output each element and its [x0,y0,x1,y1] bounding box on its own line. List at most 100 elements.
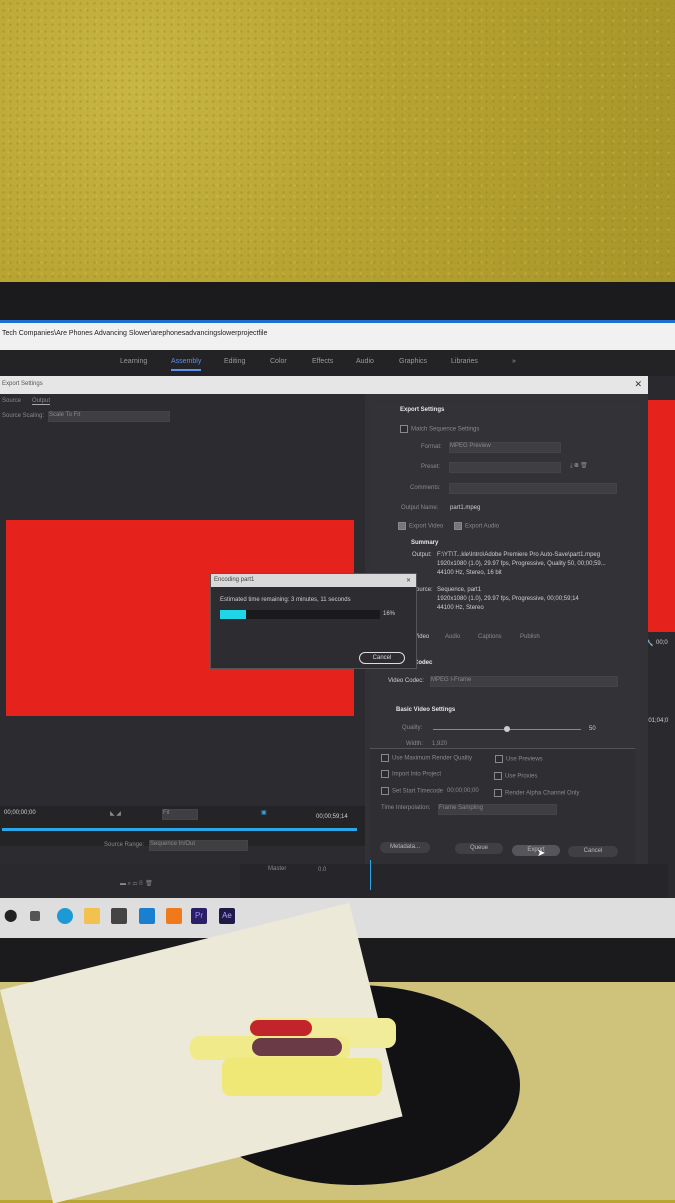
master-label: Master [268,866,287,872]
use-previews-checkbox[interactable]: Use Previews [495,755,543,763]
use-proxies-checkbox[interactable]: Use Proxies [494,772,537,780]
summary-output-line3: 44100 Hz, Stereo, 16 bit [437,570,502,576]
source-range-bar[interactable] [2,828,357,831]
import-into-project-label: Import Into Project [392,771,442,778]
timecode-start: 00;00;00;00 [4,810,36,816]
queue-button[interactable]: Queue [455,843,503,854]
match-sequence-checkbox[interactable]: Match Sequence Settings [400,425,479,433]
tab-captions[interactable]: Captions [478,634,502,640]
tab-assembly[interactable]: Assembly [171,358,202,371]
monitor-screen: Tech Companies\Are Phones Advancing Slow… [0,320,675,938]
crop-icon[interactable]: ▣ [261,809,267,816]
tab-learning[interactable]: Learning [120,358,147,365]
marker-3 [222,1058,382,1096]
source-scaling-label: Source Scaling: [2,413,45,419]
encoding-titlebar: Encoding part1 ✕ [211,574,416,587]
wall-texture [0,0,675,290]
use-max-render-label: Use Maximum Render Quality [392,755,473,762]
tab-color[interactable]: Color [270,358,287,365]
cancel-button[interactable]: Cancel [568,846,618,857]
preset-label: Preset: [421,464,441,470]
encoding-progress-bar [220,610,380,619]
source-range-label: Source Range: [104,842,145,848]
set-start-timecode-label: Set Start Timecode [392,788,444,795]
source-scaling-select[interactable]: Scale To Fit [48,411,170,422]
preset-actions-icons[interactable]: ⤓ ⛁ 🗑 [570,462,588,470]
edge-icon[interactable] [57,908,73,924]
more-icon[interactable]: » [512,358,516,365]
basic-video-section-title: Basic Video Settings [396,707,456,713]
store-icon[interactable] [111,908,127,924]
encoding-percent: 16% [383,611,396,617]
start-icon[interactable]: ⬤ [4,908,20,924]
tab-editing[interactable]: Editing [224,358,245,365]
encoding-close-icon[interactable]: ✕ [406,577,411,584]
quality-label: Quality: [402,725,423,731]
time-interpolation-label: Time Interpolation: [381,805,431,811]
comments-field[interactable] [449,483,617,494]
export-video-checkbox[interactable]: Export Video [398,522,443,530]
tab-graphics[interactable]: Graphics [399,358,427,365]
tab-audio-settings[interactable]: Audio [445,634,460,640]
mark-in-icon[interactable]: ◣ ◢ [110,810,121,817]
export-settings-title: Export Settings [400,407,445,413]
use-proxies-label: Use Proxies [505,773,538,780]
summary-output-line2: 1920x1080 (1.0), 29.97 fps, Progressive,… [437,561,606,567]
export-audio-label: Export Audio [465,523,500,530]
tab-libraries[interactable]: Libraries [451,358,478,365]
close-icon[interactable]: ✕ [634,379,642,390]
render-alpha-checkbox[interactable]: Render Alpha Channel Only [494,789,579,797]
summary-output-label: Output: [412,552,432,558]
export-button[interactable]: Export [512,845,560,856]
mail-icon[interactable] [139,908,155,924]
export-audio-checkbox[interactable]: Export Audio [454,522,499,530]
tab-effects[interactable]: Effects [312,358,333,365]
start-timecode-value: 00;00;00;00 [447,788,479,794]
use-max-render-checkbox[interactable]: Use Maximum Render Quality [381,754,472,762]
encoding-title: Encoding part1 [214,577,255,583]
premiere-pro-icon[interactable]: Pr [191,908,207,924]
preset-select[interactable] [449,462,561,473]
video-codec-label: Video Codec: [388,678,424,684]
format-select[interactable]: MPEG Preview [449,442,561,453]
set-start-timecode-checkbox[interactable]: Set Start Timecode [381,787,443,795]
tab-audio[interactable]: Audio [356,358,374,365]
sequence-timeline [240,864,668,898]
tab-publish[interactable]: Publish [520,634,540,640]
time-interpolation-select[interactable]: Frame Sampling [438,804,557,815]
quality-slider-handle[interactable] [504,726,510,732]
task-view-icon[interactable] [30,911,40,921]
source-range-select[interactable]: Sequence In/Out [149,840,248,851]
use-previews-label: Use Previews [506,756,543,763]
workspace-bar: Learning Assembly Editing Color Effects … [0,350,675,376]
tab-output[interactable]: Output [32,398,51,405]
metadata-button[interactable]: Metadata... [380,842,430,853]
match-sequence-label: Match Sequence Settings [411,426,480,433]
format-label: Format: [421,444,442,450]
summary-output-line1: F:\YT\T...kle\Intro\Adobe Premiere Pro A… [437,552,601,558]
fit-select[interactable]: Fit [162,809,198,820]
bin-tools-icons[interactable]: ▬ ⌕ ▭ ▯ 🗑 [120,880,153,888]
tab-source[interactable]: Source [2,398,21,404]
file-explorer-icon[interactable] [84,908,100,924]
summary-title: Summary [411,540,439,546]
playhead[interactable] [370,860,371,890]
after-effects-icon[interactable]: Ae [219,908,235,924]
import-into-project-checkbox[interactable]: Import Into Project [381,770,441,778]
marker-cap-dark [252,1038,342,1056]
comments-label: Comments: [410,485,441,491]
video-codec-select[interactable]: MPEG I-Frame [430,676,618,687]
app-icon[interactable] [166,908,182,924]
width-value: 1,920 [432,741,448,747]
export-dialog-title: Export Settings [2,381,43,387]
render-alpha-label: Render Alpha Channel Only [505,790,580,797]
summary-source-line1: Sequence, part1 [437,587,482,593]
output-name-label: Output Name: [401,505,439,511]
quality-value: 50 [589,726,596,732]
encoding-cancel-button[interactable]: Cancel [359,652,405,664]
summary-source-line2: 1920x1080 (1.0), 29.97 fps, Progressive,… [437,596,579,602]
export-video-label: Export Video [409,523,444,530]
output-name-link[interactable]: part1.mpeg [450,505,480,511]
window-titlebar: Tech Companies\Are Phones Advancing Slow… [0,320,675,353]
export-dialog-titlebar: Export Settings ✕ [0,376,648,394]
